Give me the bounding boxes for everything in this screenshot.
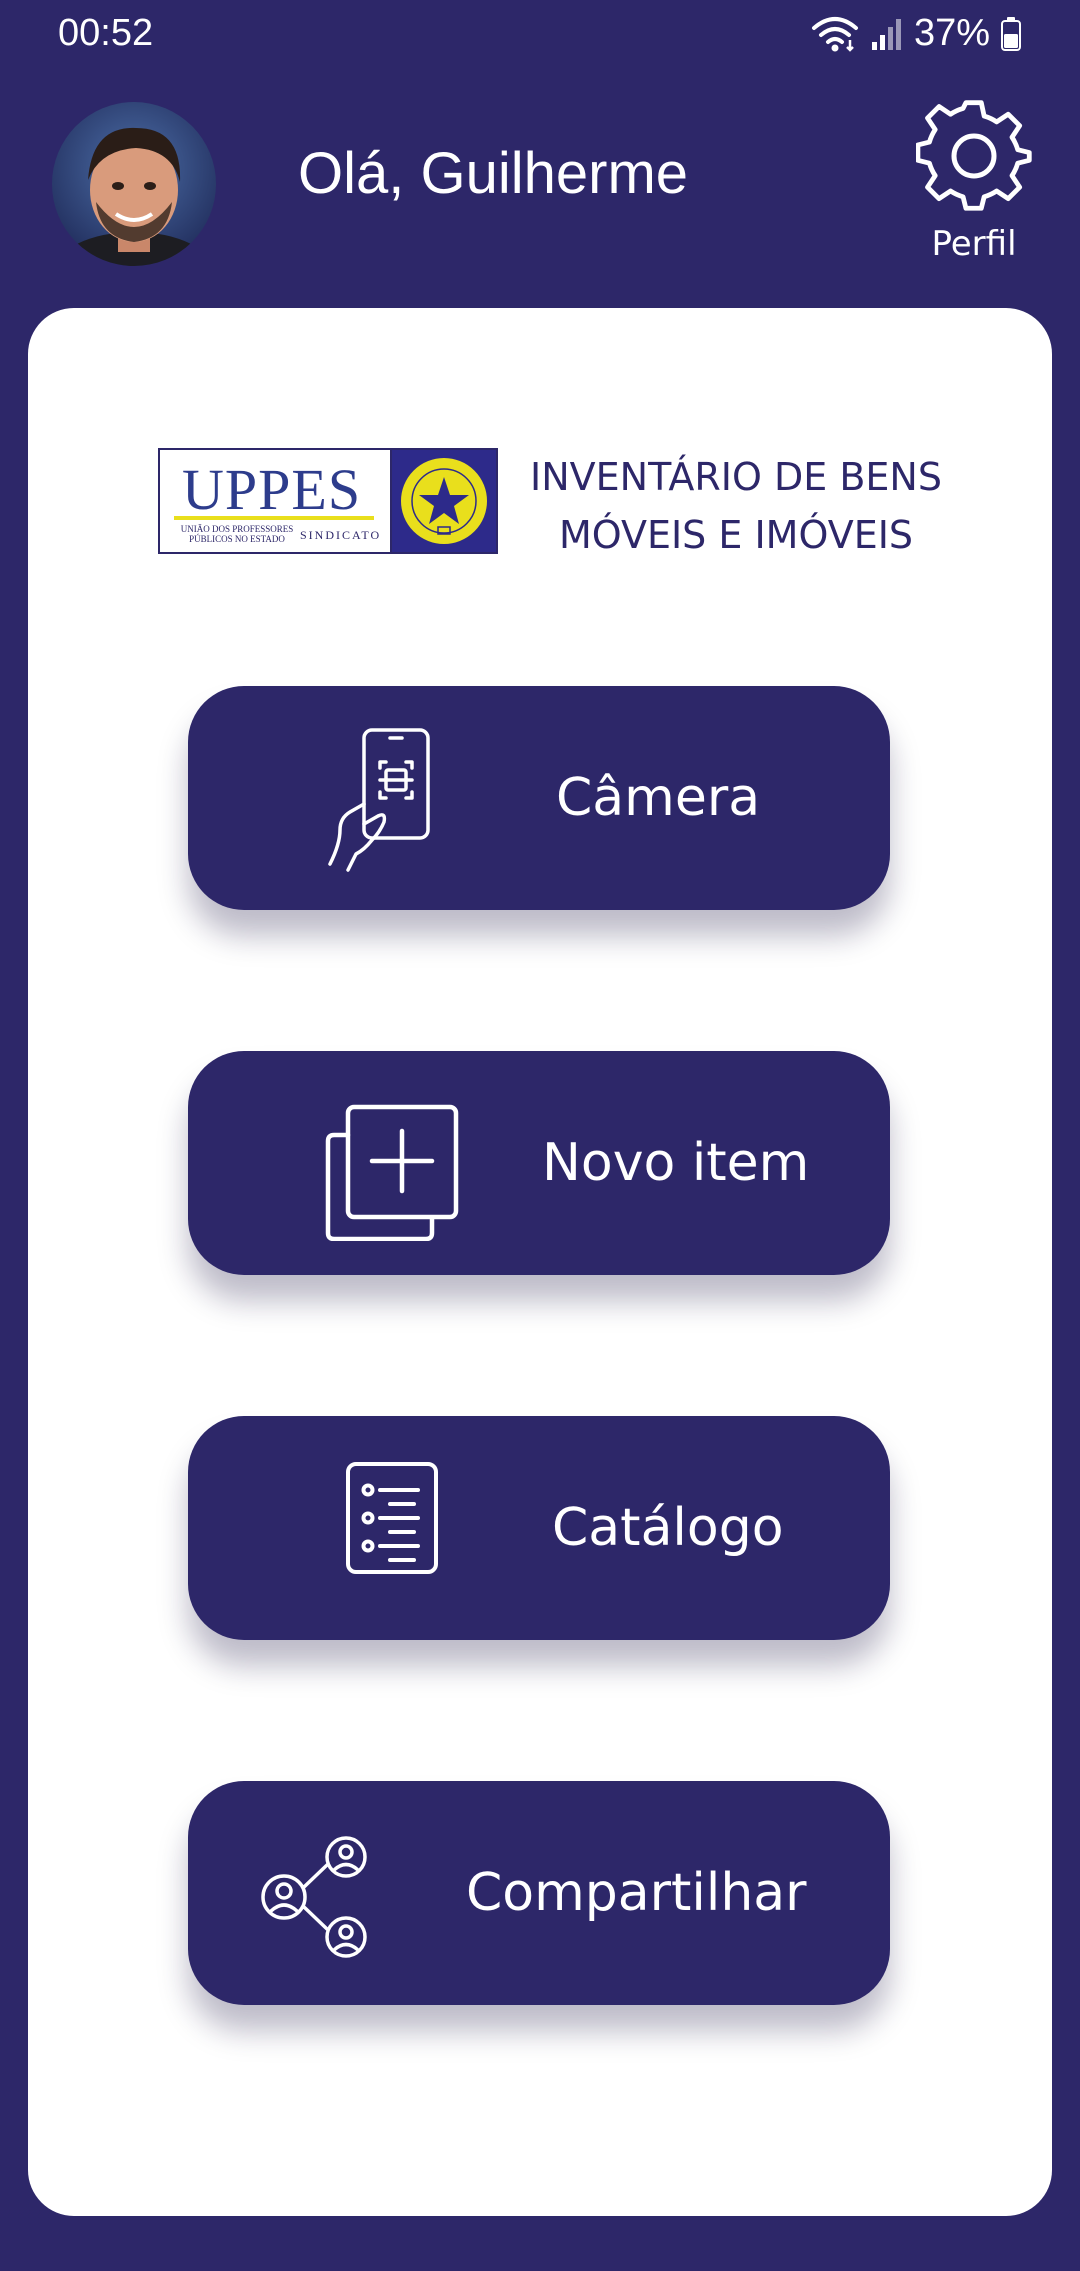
logo-sindicato: SINDICATO bbox=[300, 528, 382, 542]
greeting-text: Olá, Guilherme bbox=[298, 141, 689, 206]
logo-brand: UPPES bbox=[182, 457, 362, 522]
phone-scan-icon bbox=[318, 726, 468, 876]
status-icons: 37% bbox=[810, 12, 1022, 55]
wifi-icon bbox=[810, 14, 860, 54]
new-item-button[interactable]: Novo item bbox=[188, 1051, 890, 1275]
battery-icon bbox=[1000, 16, 1022, 52]
logo-seal bbox=[392, 450, 496, 552]
uppes-logo: UPPES UNIÃO DOS PROFESSORES PÚBLICOS NO … bbox=[158, 448, 498, 554]
profile-label: Perfil bbox=[931, 224, 1017, 264]
share-button[interactable]: Compartilhar bbox=[188, 1781, 890, 2005]
signal-icon bbox=[870, 16, 904, 52]
new-item-label: Novo item bbox=[542, 1133, 810, 1193]
logo-brand-subtext: UNIÃO DOS PROFESSORES PÚBLICOS NO ESTADO bbox=[180, 524, 294, 544]
camera-label: Câmera bbox=[556, 768, 761, 828]
app-title-line1: INVENTÁRIO DE BENS bbox=[530, 455, 942, 499]
main-card: UPPES UNIÃO DOS PROFESSORES PÚBLICOS NO … bbox=[28, 308, 1052, 2216]
battery-percent: 37% bbox=[913, 12, 990, 54]
add-copy-icon bbox=[318, 1091, 468, 1242]
list-document-icon bbox=[318, 1456, 468, 1606]
gear-icon bbox=[904, 100, 1044, 216]
share-people-icon bbox=[258, 1821, 408, 1971]
app-title: INVENTÁRIO DE BENS MÓVEIS E IMÓVEIS bbox=[506, 448, 966, 564]
catalog-button[interactable]: Catálogo bbox=[188, 1416, 890, 1640]
camera-button[interactable]: Câmera bbox=[188, 686, 890, 910]
profile-button[interactable]: Perfil bbox=[904, 100, 1044, 270]
status-time: 00:52 bbox=[58, 12, 154, 54]
catalog-label: Catálogo bbox=[552, 1498, 784, 1558]
seal-star-icon bbox=[399, 456, 489, 546]
share-label: Compartilhar bbox=[466, 1863, 807, 1923]
logo-underline bbox=[174, 516, 374, 520]
home-screen: 00:52 37% Olá, Guilherme Perfil UPPES UN… bbox=[0, 0, 1080, 2271]
status-bar: 00:52 37% bbox=[0, 0, 1080, 70]
uppes-logo-text-block: UPPES UNIÃO DOS PROFESSORES PÚBLICOS NO … bbox=[160, 450, 392, 552]
avatar[interactable] bbox=[52, 102, 216, 266]
app-title-line2: MÓVEIS E IMÓVEIS bbox=[558, 513, 914, 557]
